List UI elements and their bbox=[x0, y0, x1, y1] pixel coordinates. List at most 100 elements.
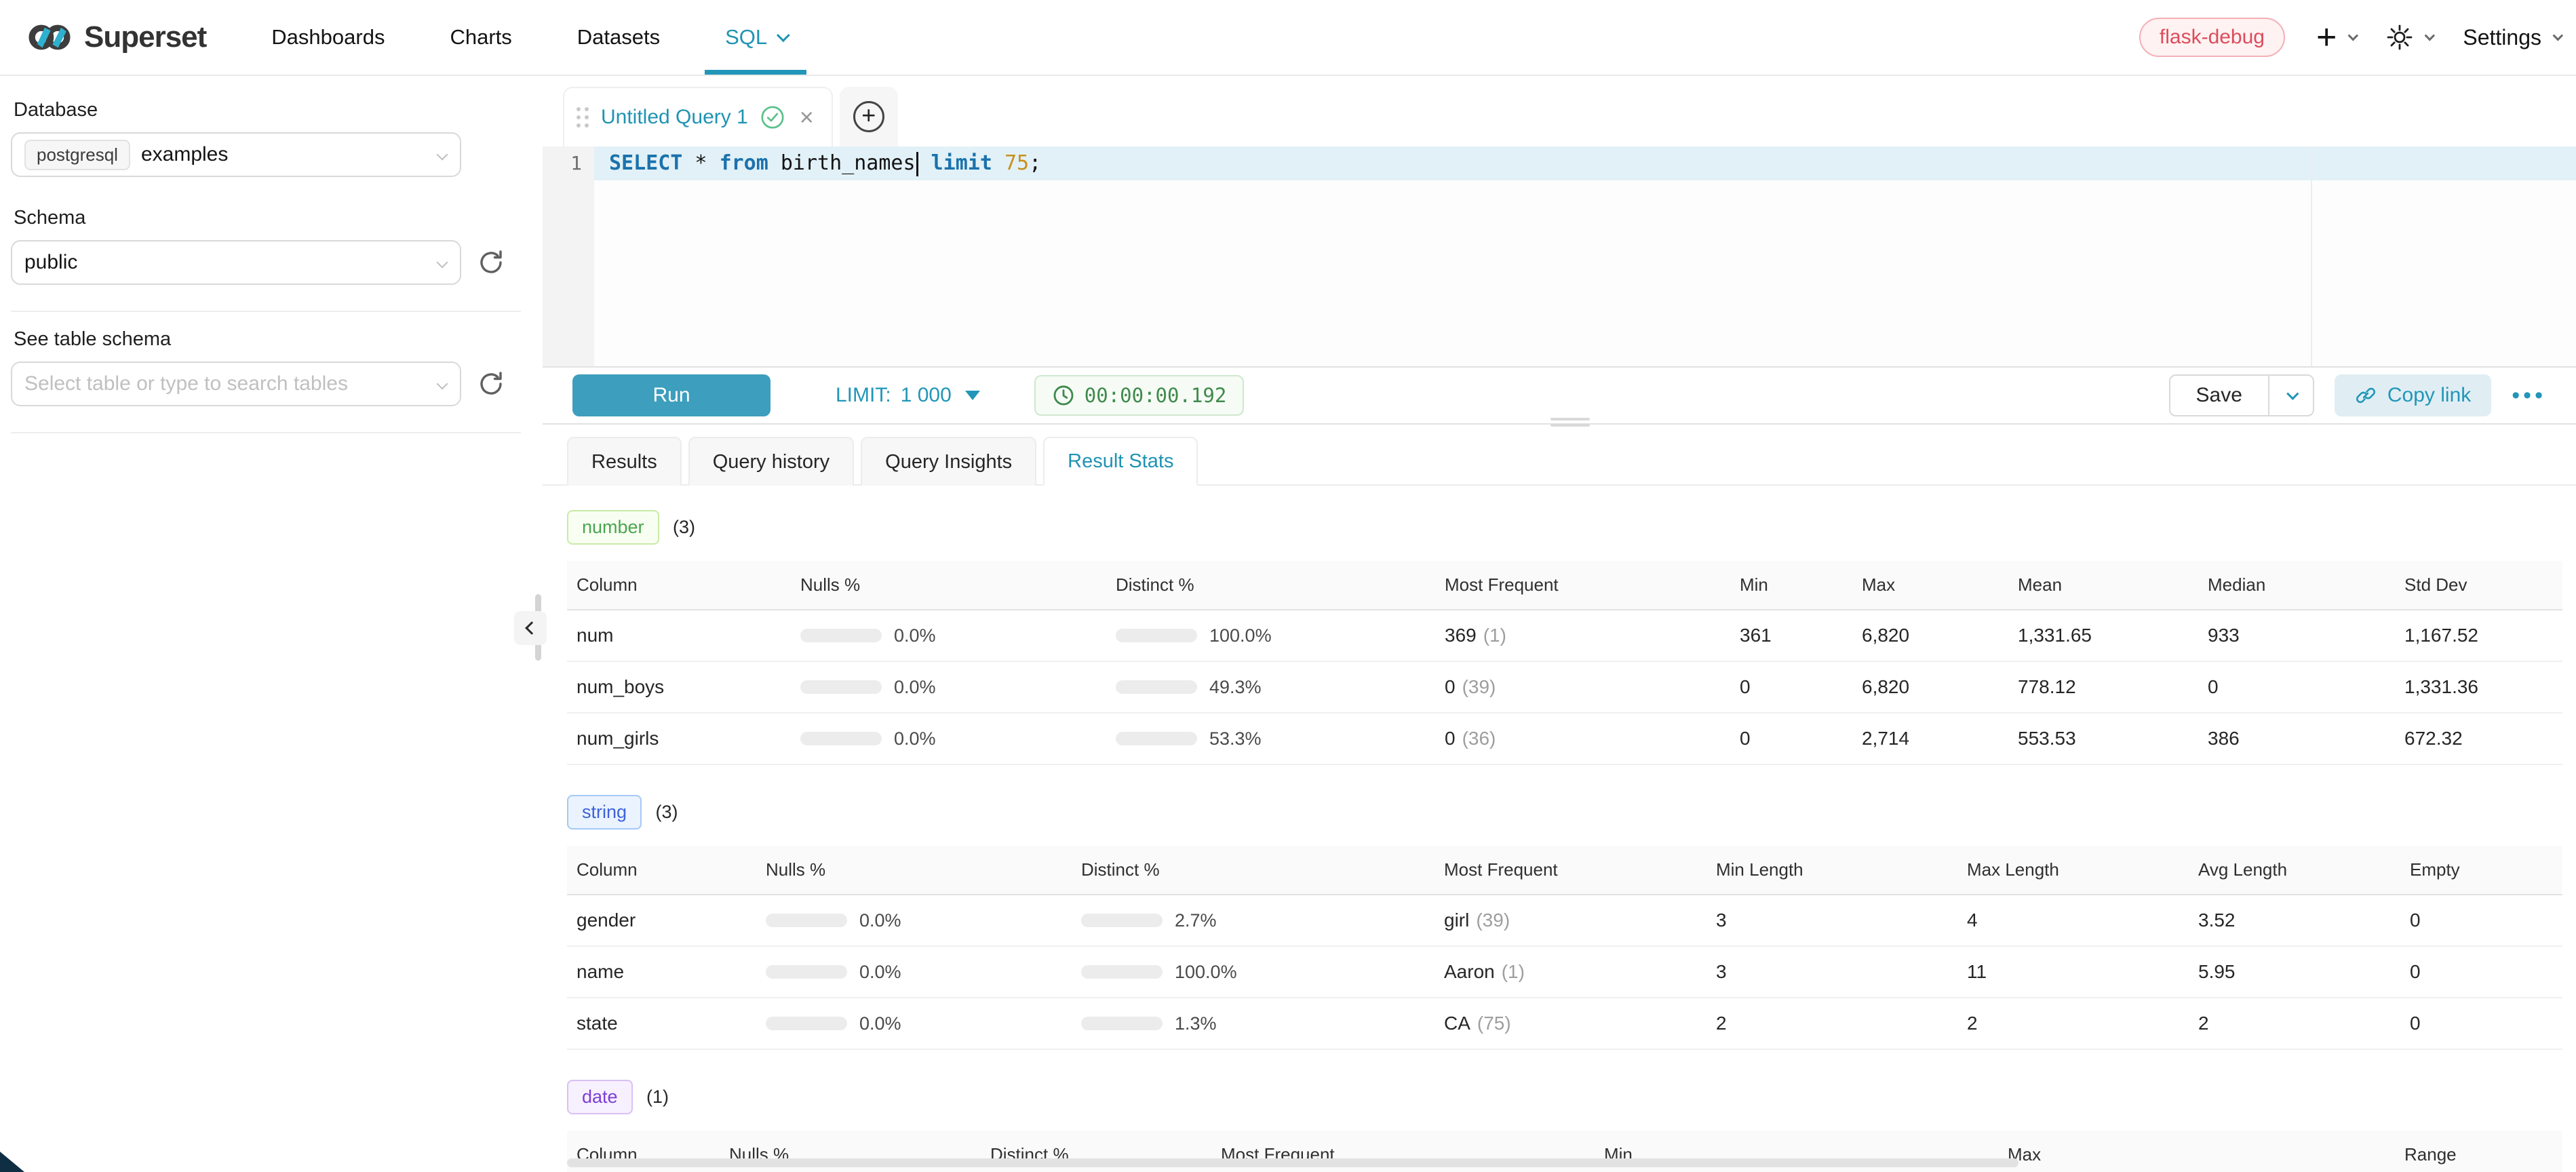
editor-tab-untitled-query-1[interactable]: Untitled Query 1 × bbox=[563, 87, 833, 146]
results-tabrow: Results Query history Query Insights Res… bbox=[543, 425, 2576, 486]
plus-icon: + bbox=[2316, 20, 2337, 55]
cell-column: num_girls bbox=[567, 713, 791, 764]
distinct-progress-bar bbox=[1116, 680, 1197, 694]
sidebar-divider bbox=[11, 432, 521, 433]
table-select-placeholder: Select table or type to search tables bbox=[24, 372, 348, 395]
run-button[interactable]: Run bbox=[572, 374, 770, 416]
limit-label: LIMIT: bbox=[836, 384, 891, 407]
brand-name: Superset bbox=[84, 20, 206, 54]
settings-label: Settings bbox=[2463, 25, 2541, 50]
panel-resize-grip[interactable] bbox=[1550, 418, 1590, 430]
new-query-tab-button[interactable]: + bbox=[840, 87, 898, 146]
nulls-progress-bar bbox=[766, 1017, 847, 1030]
header-cell: Min bbox=[1730, 561, 1852, 610]
limit-value: 1 000 bbox=[901, 384, 952, 407]
sidebar-divider bbox=[11, 311, 521, 312]
cell-max: 6,820 bbox=[1852, 661, 2008, 713]
sql-code-line: SELECT * from birth_names limit 75; bbox=[609, 151, 1041, 176]
cell-std-dev: 1,331.36 bbox=[2395, 661, 2562, 713]
refresh-schemas-button[interactable] bbox=[476, 248, 506, 277]
sql-editor[interactable]: 1 SELECT * from birth_names limit 75; bbox=[543, 146, 2576, 366]
cell-mean: 553.53 bbox=[2008, 713, 2198, 764]
cell-column: name bbox=[567, 946, 756, 998]
distinct-progress-bar bbox=[1116, 732, 1197, 745]
copy-link-button[interactable]: Copy link bbox=[2335, 374, 2491, 416]
string-stats-table: Column Nulls % Distinct % Most Frequent … bbox=[567, 846, 2562, 1050]
tab-result-stats[interactable]: Result Stats bbox=[1043, 437, 1198, 486]
sql-keyword: limit bbox=[919, 151, 1004, 175]
table-select[interactable]: Select table or type to search tables bbox=[11, 362, 461, 406]
settings-menu[interactable]: Settings bbox=[2463, 25, 2560, 50]
print-margin-line bbox=[2311, 146, 2312, 366]
nav-sql[interactable]: SQL bbox=[725, 0, 786, 75]
cell-most-frequent: 0(39) bbox=[1435, 661, 1730, 713]
tab-query-insights[interactable]: Query Insights bbox=[861, 437, 1036, 486]
save-options-button[interactable] bbox=[2269, 376, 2313, 415]
header-cell: Max bbox=[1998, 1131, 2395, 1172]
type-count: (1) bbox=[646, 1087, 669, 1107]
cell-max: 2,714 bbox=[1852, 713, 2008, 764]
distinct-progress-bar bbox=[1081, 1017, 1163, 1030]
cell-most-frequent: girl(39) bbox=[1435, 895, 1706, 946]
cell-min-length: 2 bbox=[1706, 998, 1957, 1049]
type-count: (3) bbox=[655, 802, 678, 822]
schema-label: Schema bbox=[14, 207, 543, 229]
chevron-down-icon bbox=[2425, 30, 2436, 41]
cell-max-length: 2 bbox=[1957, 998, 2189, 1049]
superset-logo[interactable]: Superset bbox=[27, 20, 206, 54]
database-engine-tag: postgresql bbox=[24, 140, 130, 170]
sql-number: 75 bbox=[1004, 151, 1029, 175]
header-cell: Nulls % bbox=[756, 846, 1072, 895]
header-cell: Most Frequent bbox=[1435, 561, 1730, 610]
cell-min: 0 bbox=[1730, 713, 1852, 764]
save-button[interactable]: Save bbox=[2170, 376, 2268, 415]
tab-results[interactable]: Results bbox=[567, 437, 682, 486]
table-row: name 0.0% 100.0% Aaron(1) 3 11 5.95 0 bbox=[567, 946, 2562, 998]
editor-tabstrip: Untitled Query 1 × + bbox=[543, 87, 2576, 146]
schema-value: public bbox=[24, 251, 77, 274]
cell-most-frequent: 0(36) bbox=[1435, 713, 1730, 764]
drag-handle-icon[interactable] bbox=[577, 107, 589, 128]
horizontal-scrollbar-thumb[interactable] bbox=[567, 1158, 2018, 1167]
nav-dashboards[interactable]: Dashboards bbox=[271, 0, 385, 75]
caret-down-icon bbox=[965, 391, 980, 400]
cell-min: 361 bbox=[1730, 610, 1852, 661]
cell-mean: 778.12 bbox=[2008, 661, 2198, 713]
more-actions-button[interactable]: ••• bbox=[2512, 383, 2546, 409]
limit-dropdown[interactable]: LIMIT: 1 000 bbox=[836, 384, 980, 407]
type-badge-string: string bbox=[567, 795, 642, 829]
schema-select[interactable]: public bbox=[11, 240, 461, 285]
header-cell: Most Frequent bbox=[1435, 846, 1706, 895]
check-circle-icon bbox=[760, 105, 785, 130]
new-menu-button[interactable]: + bbox=[2316, 20, 2355, 55]
cell-empty: 0 bbox=[2400, 946, 2562, 998]
tab-query-history[interactable]: Query history bbox=[688, 437, 854, 486]
cell-column: gender bbox=[567, 895, 756, 946]
header-cell: Avg Length bbox=[2189, 846, 2400, 895]
collapse-sidebar-button[interactable] bbox=[514, 611, 547, 645]
header-cell: Column bbox=[567, 561, 791, 610]
header-cell: Nulls % bbox=[791, 561, 1106, 610]
cell-max-length: 11 bbox=[1957, 946, 2189, 998]
header-cell: Empty bbox=[2400, 846, 2562, 895]
cell-std-dev: 672.32 bbox=[2395, 713, 2562, 764]
cell-min-length: 3 bbox=[1706, 895, 1957, 946]
cell-nulls: 0.0% bbox=[791, 661, 1106, 713]
cell-nulls: 0.0% bbox=[791, 610, 1106, 661]
copy-link-label: Copy link bbox=[2387, 384, 2471, 407]
cell-empty: 0 bbox=[2400, 895, 2562, 946]
nav-charts[interactable]: Charts bbox=[450, 0, 511, 75]
cell-median: 0 bbox=[2198, 661, 2395, 713]
cell-avg-length: 3.52 bbox=[2189, 895, 2400, 946]
theme-toggle-button[interactable] bbox=[2386, 24, 2432, 51]
close-tab-icon[interactable]: × bbox=[800, 105, 814, 130]
refresh-tables-button[interactable] bbox=[476, 369, 506, 399]
save-split-button: Save bbox=[2169, 374, 2314, 416]
chevron-down-icon bbox=[2553, 30, 2564, 41]
nav-datasets[interactable]: Datasets bbox=[577, 0, 660, 75]
chevron-down-icon bbox=[437, 257, 448, 269]
database-select[interactable]: postgresql examples bbox=[11, 132, 461, 177]
editor-tab-title: Untitled Query 1 bbox=[601, 106, 748, 129]
header-cell: Median bbox=[2198, 561, 2395, 610]
navbar-right: flask-debug + Settings bbox=[2139, 18, 2560, 57]
